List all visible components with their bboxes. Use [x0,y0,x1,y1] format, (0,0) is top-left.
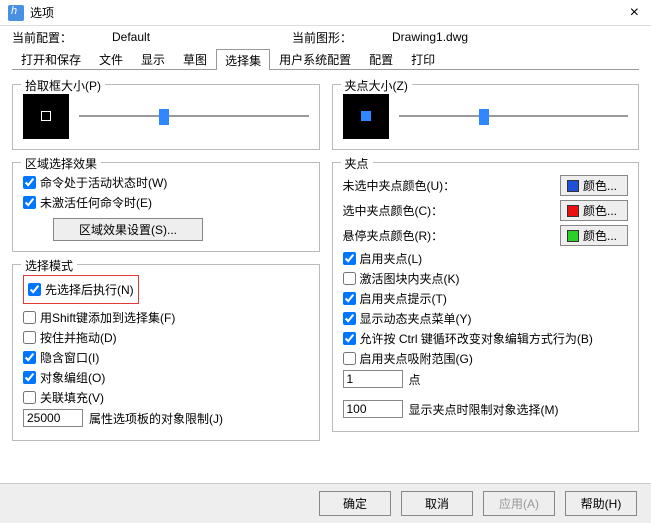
profile-value: Default [112,30,292,44]
pickbox-group: 拾取框大小(P) [12,84,320,150]
chk-press-drag[interactable]: 按住并拖动(D) [23,329,309,346]
close-icon[interactable]: × [626,4,643,22]
cancel-button[interactable]: 取消 [401,491,473,516]
pickbox-slider[interactable] [79,106,309,126]
chk-grip-snap[interactable]: 启用夹点吸附范围(G) [343,350,629,367]
unselected-color-button[interactable]: 颜色... [560,175,628,196]
gripsize-title: 夹点大小(Z) [341,77,412,94]
chk-enable-grips[interactable]: 启用夹点(L) [343,250,629,267]
pickbox-title: 拾取框大小(P) [21,77,105,94]
highlighted-option: 先选择后执行(N) [23,275,139,304]
app-icon [8,5,24,21]
hover-color-button[interactable]: 颜色... [560,225,628,246]
chk-block-grips[interactable]: 激活图块内夹点(K) [343,270,629,287]
tab-selection[interactable]: 选择集 [216,49,270,70]
chk-dyn-menu[interactable]: 显示动态夹点菜单(Y) [343,310,629,327]
chk-noun-verb[interactable]: 先选择后执行(N) [28,281,134,298]
grips-title: 夹点 [341,155,373,172]
selection-mode-group: 选择模式 先选择后执行(N) 用Shift键添加到选择集(F) 按住并拖动(D)… [12,264,320,441]
window-title: 选项 [30,4,626,21]
grip-slider[interactable] [399,106,629,126]
color-swatch-icon [567,180,579,192]
area-title: 区域选择效果 [21,155,101,172]
chk-assoc-hatch[interactable]: 关联填充(V) [23,389,309,406]
chk-shift-add[interactable]: 用Shift键添加到选择集(F) [23,309,309,326]
unselected-grip-label: 未选中夹点颜色(U)： [343,177,553,194]
tab-drafting[interactable]: 草图 [174,48,216,69]
chk-no-cmd[interactable]: 未激活任何命令时(E) [23,194,309,211]
pickbox-preview [23,93,69,139]
selected-color-button[interactable]: 颜色... [560,200,628,221]
tab-open-save[interactable]: 打开和保存 [12,48,90,69]
snap-range-label: 点 [409,371,421,388]
grip-limit-input[interactable] [343,400,403,418]
ok-button[interactable]: 确定 [319,491,391,516]
tab-display[interactable]: 显示 [132,48,174,69]
gripsize-group: 夹点大小(Z) [332,84,640,150]
selected-grip-label: 选中夹点颜色(C)： [343,202,553,219]
hover-grip-label: 悬停夹点颜色(R)： [343,227,553,244]
chk-implied-window[interactable]: 隐含窗口(I) [23,349,309,366]
palette-limit-label: 属性选项板的对象限制(J) [89,410,223,427]
grips-group: 夹点 未选中夹点颜色(U)： 颜色... 选中夹点颜色(C)： 颜色... 悬停… [332,162,640,432]
chk-ctrl-cycle[interactable]: 允许按 Ctrl 键循环改变对象编辑方式行为(B) [343,330,629,347]
profile-label: 当前配置： [12,29,112,46]
tab-files[interactable]: 文件 [90,48,132,69]
area-select-group: 区域选择效果 命令处于活动状态时(W) 未激活任何命令时(E) 区域效果设置(S… [12,162,320,252]
area-settings-button[interactable]: 区域效果设置(S)... [53,218,203,241]
chk-active-cmd[interactable]: 命令处于活动状态时(W) [23,174,309,191]
chk-grip-tips[interactable]: 启用夹点提示(T) [343,290,629,307]
apply-button[interactable]: 应用(A) [483,491,555,516]
chk-object-group[interactable]: 对象编组(O) [23,369,309,386]
grip-preview [343,93,389,139]
help-button[interactable]: 帮助(H) [565,491,637,516]
tab-plot[interactable]: 打印 [402,48,444,69]
tab-user-prefs[interactable]: 用户系统配置 [270,48,360,69]
palette-limit-input[interactable] [23,409,83,427]
mode-title: 选择模式 [21,257,77,274]
drawing-value: Drawing1.dwg [392,30,468,44]
grip-limit-label: 显示夹点时限制对象选择(M) [409,401,559,418]
drawing-label: 当前图形： [292,29,392,46]
color-swatch-icon [567,230,579,242]
snap-range-input[interactable] [343,370,403,388]
color-swatch-icon [567,205,579,217]
tab-profiles[interactable]: 配置 [360,48,402,69]
tab-bar: 打开和保存 文件 显示 草图 选择集 用户系统配置 配置 打印 [12,48,639,70]
